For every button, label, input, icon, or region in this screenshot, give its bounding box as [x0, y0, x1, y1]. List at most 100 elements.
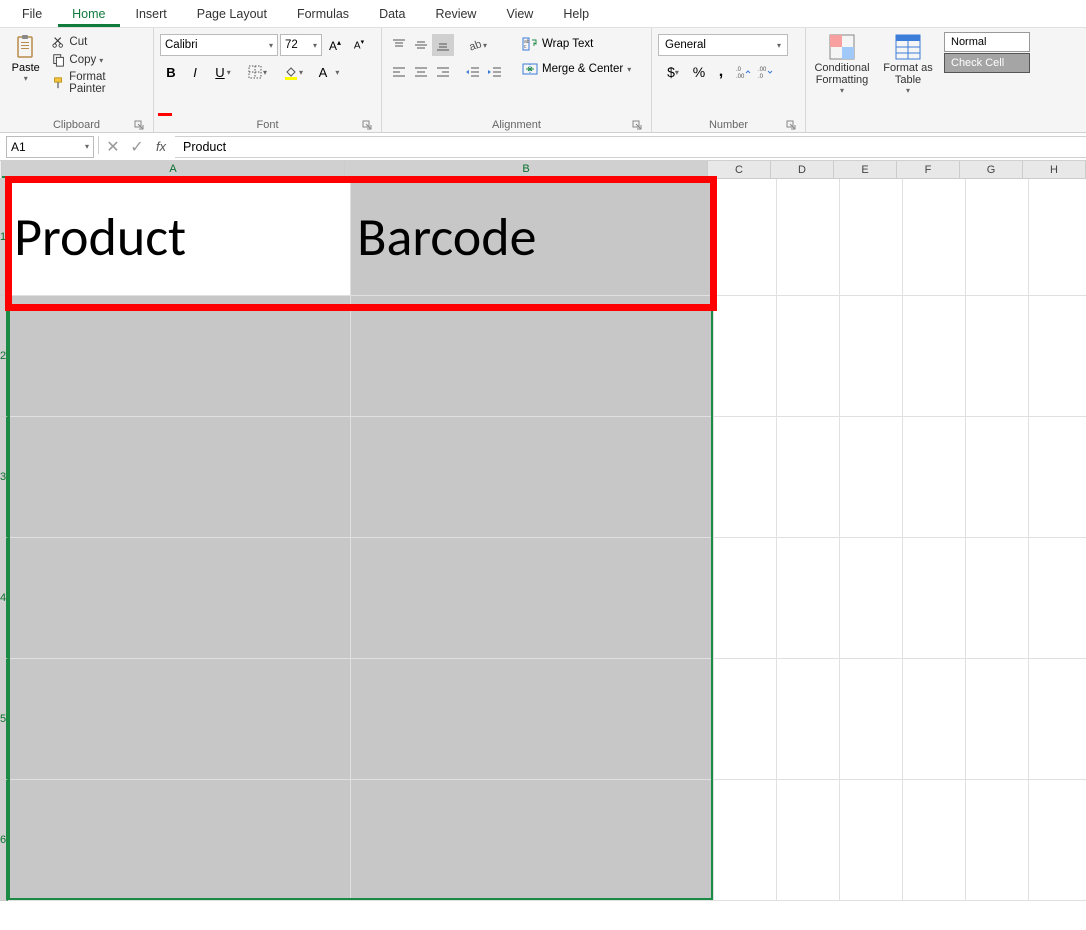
cell-H3[interactable] — [1029, 417, 1086, 538]
accounting-format-button[interactable]: $▾ — [658, 61, 688, 83]
cell-E3[interactable] — [840, 417, 903, 538]
cancel-formula-button[interactable]: ✕ — [101, 136, 125, 158]
cell-G3[interactable] — [966, 417, 1029, 538]
tab-review[interactable]: Review — [421, 0, 490, 27]
merge-center-button[interactable]: Merge & Center ▾ — [516, 59, 637, 79]
cell-E5[interactable] — [840, 659, 903, 780]
dialog-launcher-icon[interactable] — [362, 120, 373, 131]
cell-E4[interactable] — [840, 538, 903, 659]
select-all-corner[interactable] — [0, 161, 2, 178]
tab-file[interactable]: File — [8, 0, 56, 27]
cell-A1[interactable]: Product — [8, 179, 351, 296]
cell-F3[interactable] — [903, 417, 966, 538]
row-header-6[interactable]: 6 — [0, 780, 8, 901]
cell-F2[interactable] — [903, 296, 966, 417]
cell-D3[interactable] — [777, 417, 840, 538]
underline-button[interactable]: U▾ — [208, 61, 238, 83]
row-header-4[interactable]: 4 — [0, 538, 8, 659]
cell-C1[interactable] — [714, 179, 777, 296]
increase-indent-button[interactable] — [484, 61, 506, 83]
cell-A4[interactable] — [8, 538, 351, 659]
copy-button[interactable]: Copy ▾ — [49, 52, 147, 68]
paste-button[interactable]: Paste ▾ — [6, 30, 45, 117]
decrease-font-button[interactable]: A▾ — [348, 34, 370, 56]
col-header-H[interactable]: H — [1023, 161, 1086, 178]
align-top-button[interactable] — [388, 34, 410, 56]
cell-G1[interactable] — [966, 179, 1029, 296]
cell-F4[interactable] — [903, 538, 966, 659]
cell-G4[interactable] — [966, 538, 1029, 659]
cell-H6[interactable] — [1029, 780, 1086, 901]
cell-F1[interactable] — [903, 179, 966, 296]
cell-E2[interactable] — [840, 296, 903, 417]
fill-color-button[interactable]: ▾ — [276, 61, 310, 83]
row-header-5[interactable]: 5 — [0, 659, 8, 780]
formula-bar[interactable]: Product — [175, 136, 1086, 158]
cell-H1[interactable] — [1029, 179, 1086, 296]
italic-button[interactable]: I — [184, 61, 206, 83]
cell-C2[interactable] — [714, 296, 777, 417]
cell-B2[interactable] — [351, 296, 714, 417]
decrease-decimal-button[interactable]: .00.0 — [754, 61, 776, 83]
cut-button[interactable]: Cut — [49, 34, 147, 50]
cell-G2[interactable] — [966, 296, 1029, 417]
name-box[interactable]: A1▾ — [6, 136, 94, 158]
align-bottom-button[interactable] — [432, 34, 454, 56]
cell-H5[interactable] — [1029, 659, 1086, 780]
align-right-button[interactable] — [432, 61, 454, 83]
dialog-launcher-icon[interactable] — [134, 120, 145, 131]
tab-page-layout[interactable]: Page Layout — [183, 0, 281, 27]
font-size-select[interactable]: 72▾ — [280, 34, 322, 56]
cell-G6[interactable] — [966, 780, 1029, 901]
cell-A2[interactable] — [8, 296, 351, 417]
cell-styles-gallery[interactable]: Normal Check Cell — [944, 32, 1030, 129]
cell-B3[interactable] — [351, 417, 714, 538]
borders-button[interactable]: ▾ — [240, 61, 274, 83]
align-middle-button[interactable] — [410, 34, 432, 56]
cell-D6[interactable] — [777, 780, 840, 901]
cell-A6[interactable] — [8, 780, 351, 901]
col-header-B[interactable]: B — [345, 161, 708, 178]
conditional-formatting-button[interactable]: Conditional Formatting▾ — [812, 32, 872, 129]
col-header-A[interactable]: A — [2, 161, 345, 178]
col-header-F[interactable]: F — [897, 161, 960, 178]
dialog-launcher-icon[interactable] — [786, 120, 797, 131]
percent-format-button[interactable]: % — [688, 61, 710, 83]
cell-G5[interactable] — [966, 659, 1029, 780]
cell-E6[interactable] — [840, 780, 903, 901]
cell-D1[interactable] — [777, 179, 840, 296]
cell-F5[interactable] — [903, 659, 966, 780]
decrease-indent-button[interactable] — [462, 61, 484, 83]
tab-view[interactable]: View — [492, 0, 547, 27]
col-header-E[interactable]: E — [834, 161, 897, 178]
row-header-3[interactable]: 3 — [0, 417, 8, 538]
format-as-table-button[interactable]: Format as Table▾ — [878, 32, 938, 129]
tab-formulas[interactable]: Formulas — [283, 0, 363, 27]
cell-B1[interactable]: Barcode — [351, 179, 714, 296]
orientation-button[interactable]: ab▾ — [462, 34, 492, 56]
align-left-button[interactable] — [388, 61, 410, 83]
cell-B5[interactable] — [351, 659, 714, 780]
cell-H4[interactable] — [1029, 538, 1086, 659]
tab-help[interactable]: Help — [549, 0, 603, 27]
cell-D2[interactable] — [777, 296, 840, 417]
cell-C5[interactable] — [714, 659, 777, 780]
cell-D5[interactable] — [777, 659, 840, 780]
cell-C6[interactable] — [714, 780, 777, 901]
cell-H2[interactable] — [1029, 296, 1086, 417]
align-center-button[interactable] — [410, 61, 432, 83]
format-painter-button[interactable]: Format Painter — [49, 70, 147, 96]
cell-D4[interactable] — [777, 538, 840, 659]
tab-home[interactable]: Home — [58, 0, 119, 27]
row-header-2[interactable]: 2 — [0, 296, 8, 417]
cell-C4[interactable] — [714, 538, 777, 659]
cells-area[interactable]: ProductBarcode — [8, 179, 1086, 901]
bold-button[interactable]: B — [160, 61, 182, 83]
comma-format-button[interactable]: , — [710, 61, 732, 83]
increase-font-button[interactable]: A▴ — [324, 34, 346, 56]
col-header-C[interactable]: C — [708, 161, 771, 178]
enter-formula-button[interactable]: ✓ — [125, 136, 149, 158]
number-format-select[interactable]: General▾ — [658, 34, 788, 56]
dialog-launcher-icon[interactable] — [632, 120, 643, 131]
style-normal[interactable]: Normal — [944, 32, 1030, 52]
